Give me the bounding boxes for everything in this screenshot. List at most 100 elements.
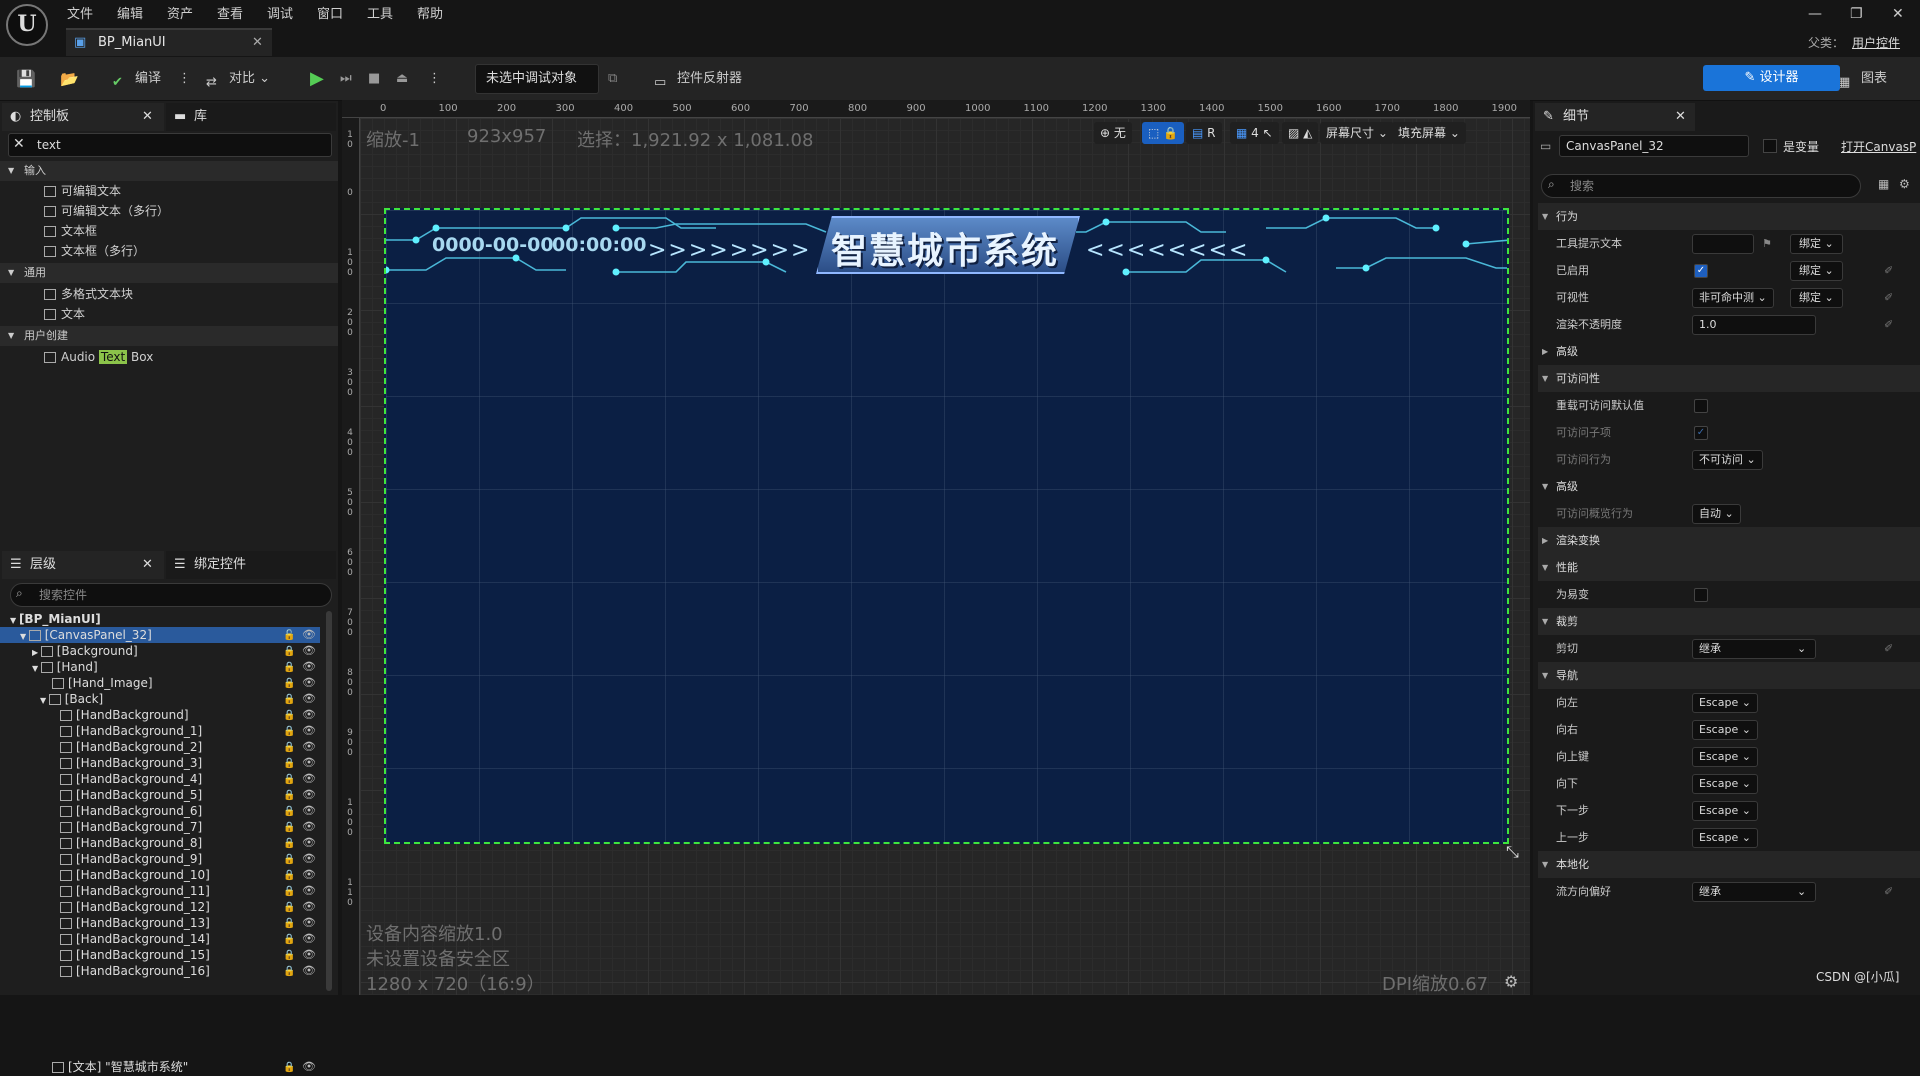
pin-icon[interactable]: ✐ xyxy=(1884,311,1893,338)
clipping-dropdown[interactable]: 继承 ⌄ xyxy=(1692,639,1816,659)
resize-handle-icon[interactable]: ⤡ xyxy=(1506,842,1519,862)
unreal-logo[interactable]: U xyxy=(6,4,48,46)
lock-icon[interactable]: 🔒 xyxy=(283,836,295,852)
diff-button[interactable]: ⇄ 对比 ⌄ xyxy=(206,67,270,91)
section-performance[interactable]: 性能 xyxy=(1538,554,1920,581)
lock-icon[interactable]: 🔒 xyxy=(283,932,295,948)
browse-icon[interactable]: 📂 xyxy=(60,67,79,91)
minimize-icon[interactable]: — xyxy=(1808,6,1822,22)
lock-icon[interactable]: 🔒 xyxy=(283,868,295,884)
lock-icon[interactable]: 🔒 xyxy=(283,948,295,964)
eye-icon[interactable]: 👁 xyxy=(302,643,316,659)
pin-icon[interactable]: ✐ xyxy=(1884,257,1893,284)
lock-icon[interactable]: 🔒 xyxy=(283,772,295,788)
eye-icon[interactable]: 👁 xyxy=(302,803,316,819)
hierarchy-search-input[interactable]: 搜索控件 xyxy=(10,583,332,607)
lock-icon[interactable]: 🔒 xyxy=(283,724,295,740)
close-details-icon[interactable]: ✕ xyxy=(1675,103,1686,131)
widget-reflector-button[interactable]: ▭ 控件反射器 xyxy=(654,67,742,91)
close-hierarchy-icon[interactable]: ✕ xyxy=(142,551,153,579)
flow-direction-dropdown[interactable]: 继承 ⌄ xyxy=(1692,882,1816,902)
eye-icon[interactable]: 👁 xyxy=(302,723,316,739)
menu-file[interactable]: 文件 xyxy=(67,3,93,22)
restore-icon[interactable]: ❐ xyxy=(1850,6,1863,22)
compile-button[interactable]: ✔ 编译 xyxy=(112,67,161,91)
lock-icon[interactable]: 🔒 xyxy=(283,756,295,772)
lock-icon[interactable]: 🔒 xyxy=(283,820,295,836)
tree-item-hand-background[interactable]: [HandBackground_8] 🔒 👁 xyxy=(0,835,325,851)
document-tab[interactable]: ▣ BP_MianUI ✕ xyxy=(66,28,272,56)
section-accessibility[interactable]: 可访问性 xyxy=(1538,365,1920,392)
eye-icon[interactable]: 👁 xyxy=(302,963,316,979)
tree-item-hand-background[interactable]: [HandBackground_13] 🔒 👁 xyxy=(0,915,325,931)
summary-behavior-dropdown[interactable]: 自动 ⌄ xyxy=(1692,504,1741,524)
tab-hierarchy[interactable]: 层级 ☰ ✕ xyxy=(2,551,164,579)
tab-bind-widgets[interactable]: 绑定控件 ☰ xyxy=(166,551,336,579)
pin-icon[interactable]: ✐ xyxy=(1884,878,1893,905)
lock-icon[interactable]: 🔒 xyxy=(283,644,295,660)
accessible-behavior-dropdown[interactable]: 不可访问 ⌄ xyxy=(1692,450,1763,470)
designer-button[interactable]: ✎ 设计器 xyxy=(1703,65,1840,91)
grid-snap-toggle[interactable]: ▦ 4 ↖ xyxy=(1230,122,1279,144)
tree-item-hand-background[interactable]: [HandBackground_4] 🔒 👁 xyxy=(0,771,325,787)
lock-toggle[interactable]: ⬚ 🔒 xyxy=(1142,122,1185,144)
lock-icon[interactable]: 🔒 xyxy=(283,660,295,676)
enabled-checkbox[interactable]: ✓ xyxy=(1694,264,1708,278)
nav-dropdown-up[interactable]: Escape ⌄ xyxy=(1692,747,1758,767)
tree-item-hand-background[interactable]: [HandBackground] 🔒 👁 xyxy=(0,707,325,723)
graph-button[interactable]: ▦ 图表 xyxy=(1838,67,1887,91)
eye-icon[interactable]: 👁 xyxy=(302,627,316,643)
eye-icon[interactable]: 👁 xyxy=(302,867,316,883)
nav-dropdown-next[interactable]: Escape ⌄ xyxy=(1692,801,1758,821)
palette-item-textbox[interactable]: 文本框 xyxy=(44,221,97,241)
eye-icon[interactable]: 👁 xyxy=(302,739,316,755)
tree-item-hand-background[interactable]: [HandBackground_2] 🔒 👁 xyxy=(0,739,325,755)
section-navigation[interactable]: 导航 xyxy=(1538,662,1920,689)
tree-root[interactable]: ▼ [BP_MianUI] xyxy=(0,611,325,627)
preview-toggle[interactable]: ▨ ◭ xyxy=(1282,122,1319,144)
tooltip-input[interactable] xyxy=(1692,234,1754,254)
tree-item-hand-background[interactable]: [HandBackground_6] 🔒 👁 xyxy=(0,803,325,819)
close-tab-icon[interactable]: ✕ xyxy=(252,35,263,50)
menu-edit[interactable]: 编辑 xyxy=(117,3,143,22)
tree-item-hand-background[interactable]: [HandBackground_1] 🔒 👁 xyxy=(0,723,325,739)
palette-item-editable-text[interactable]: 可编辑文本 xyxy=(44,181,121,201)
eye-icon[interactable]: 👁 xyxy=(302,931,316,947)
pin-icon[interactable]: ✐ xyxy=(1884,635,1893,662)
menu-window[interactable]: 窗口 xyxy=(317,3,343,22)
override-checkbox[interactable] xyxy=(1694,399,1708,413)
lock-icon[interactable]: 🔒 xyxy=(283,740,295,756)
menu-tools[interactable]: 工具 xyxy=(367,3,393,22)
dpi-settings-icon[interactable]: ⚙ xyxy=(1504,972,1518,991)
tree-item-hand-background[interactable]: [HandBackground_14] 🔒 👁 xyxy=(0,931,325,947)
palette-item-text[interactable]: 文本 xyxy=(44,304,85,324)
screen-size-dropdown[interactable]: 屏幕尺寸 ⌄ xyxy=(1320,122,1394,144)
is-variable-checkbox[interactable] xyxy=(1763,139,1777,153)
eye-icon[interactable]: 👁 xyxy=(302,691,316,707)
nav-dropdown-prev[interactable]: Escape ⌄ xyxy=(1692,828,1758,848)
nav-dropdown-right[interactable]: Escape ⌄ xyxy=(1692,720,1758,740)
menu-help[interactable]: 帮助 xyxy=(417,3,443,22)
lock-icon[interactable]: 🔒 xyxy=(283,964,295,980)
menu-debug[interactable]: 调试 xyxy=(267,3,293,22)
eye-icon[interactable]: 👁 xyxy=(302,787,316,803)
volatile-checkbox[interactable] xyxy=(1694,588,1708,602)
clear-search-icon[interactable]: ✕ xyxy=(13,136,25,152)
category-input[interactable]: 输入 ▼ xyxy=(0,161,338,181)
palette-item-editable-text-multi[interactable]: 可编辑文本（多行） xyxy=(44,201,169,221)
debug-target-dropdown[interactable]: 未选中调试对象 ⌄ xyxy=(475,64,599,114)
lock-icon[interactable]: 🔒 xyxy=(283,852,295,868)
save-icon[interactable]: 💾 xyxy=(16,67,36,91)
lock-icon[interactable]: 🔒 xyxy=(283,692,295,708)
compile-options-icon[interactable]: ⋮ xyxy=(178,67,191,91)
eye-icon[interactable]: 👁 xyxy=(302,1059,316,1075)
eye-icon[interactable]: 👁 xyxy=(302,755,316,771)
play-icon[interactable]: ▶ xyxy=(310,67,324,91)
respect-locks-toggle[interactable]: ▤ R xyxy=(1186,122,1222,144)
tree-item-hand-background[interactable]: [HandBackground_5] 🔒 👁 xyxy=(0,787,325,803)
category-user-created[interactable]: 用户创建 ▼ xyxy=(0,326,338,346)
tree-item-text-title[interactable]: [文本] "智慧城市系统" 🔒 👁 xyxy=(0,1059,325,1075)
tree-item-hand-image[interactable]: [Hand_Image] 🔒 👁 xyxy=(0,675,325,691)
parent-class-link[interactable]: 用户控件 xyxy=(1852,34,1900,51)
palette-item-audio-text-box[interactable]: Audio Text Box xyxy=(44,347,153,367)
